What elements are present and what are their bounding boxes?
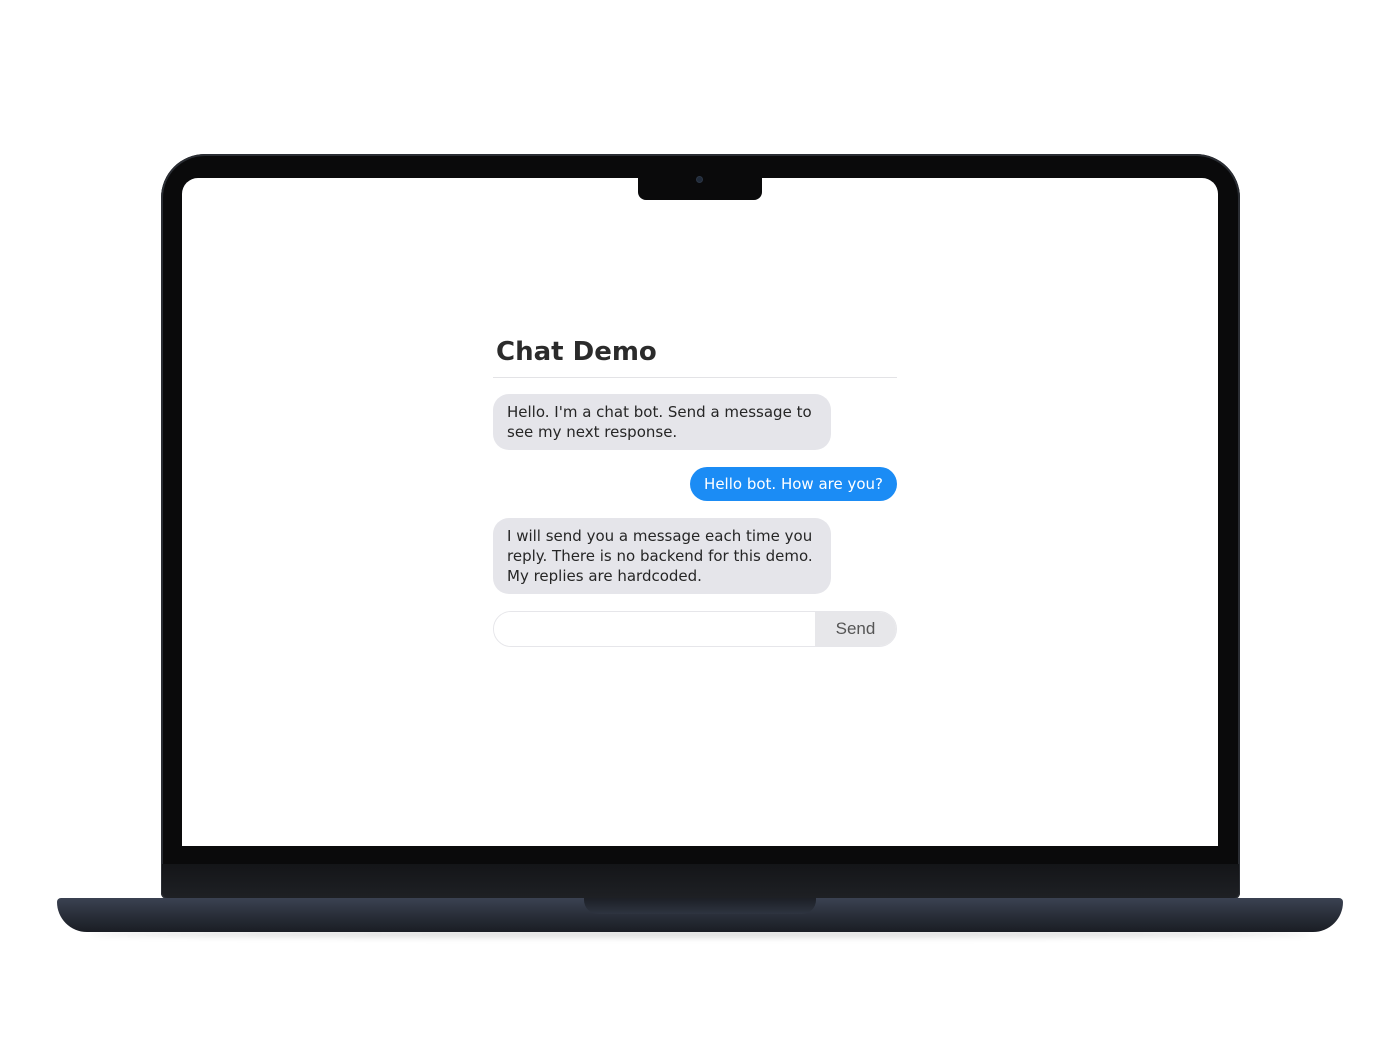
message-row-bot: I will send you a message each time you … (493, 518, 897, 594)
send-button[interactable]: Send (815, 612, 896, 646)
message-row-bot: Hello. I'm a chat bot. Send a message to… (493, 394, 897, 450)
bot-message-bubble: I will send you a message each time you … (493, 518, 831, 594)
user-message-bubble: Hello bot. How are you? (690, 467, 897, 501)
laptop-hinge (162, 864, 1239, 898)
laptop-mockup: Chat Demo Hello. I'm a chat bot. Send a … (0, 0, 1400, 1050)
page-title: Chat Demo (493, 330, 897, 378)
message-composer: Send (493, 611, 897, 647)
chat-app: Chat Demo Hello. I'm a chat bot. Send a … (493, 330, 897, 647)
laptop-base-notch (584, 898, 816, 914)
message-row-user: Hello bot. How are you? (493, 467, 897, 501)
message-input[interactable] (494, 612, 815, 646)
camera-icon (697, 177, 702, 182)
message-list: Hello. I'm a chat bot. Send a message to… (493, 394, 897, 594)
bot-message-bubble: Hello. I'm a chat bot. Send a message to… (493, 394, 831, 450)
